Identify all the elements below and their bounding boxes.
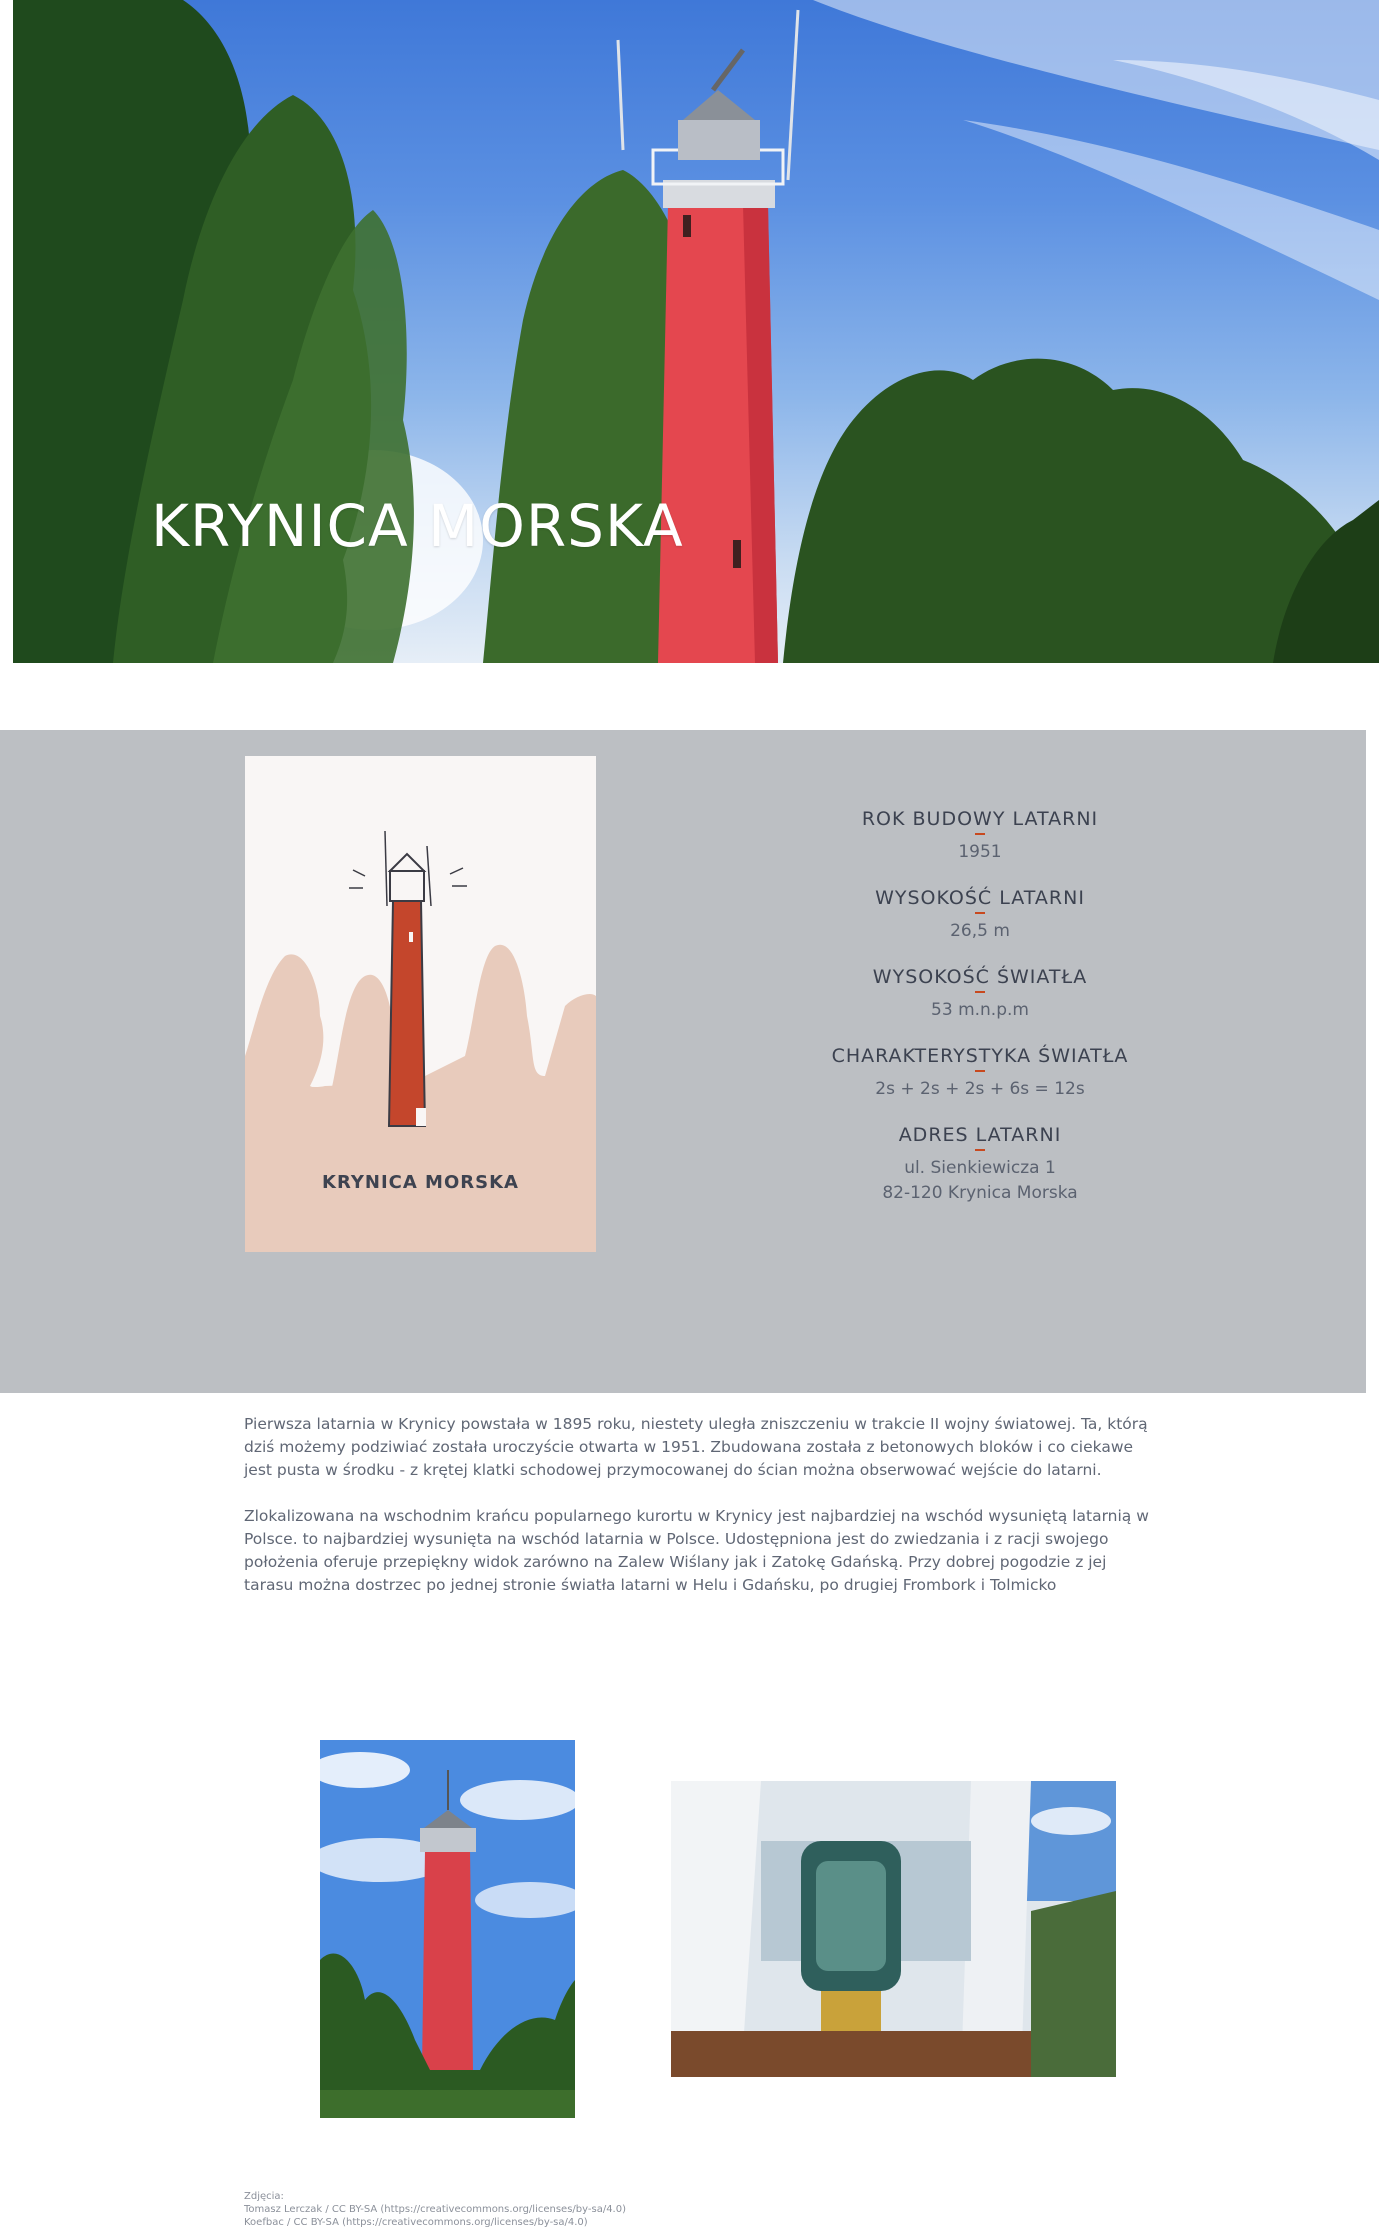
lantern-photo-image [671,1781,1116,2077]
credit-line: Tomasz Lerczak / CC BY-SA (https://creat… [244,2204,627,2215]
description-paragraph: Pierwsza latarnia w Krynicy powstała w 1… [244,1415,1148,1479]
description-paragraph: Zlokalizowana na wschodnim krańcu popula… [244,1507,1149,1594]
hero-title: KRYNICA MORSKA [151,492,684,560]
fact-value: 53 m.n.p.m [931,1000,1029,1020]
lighthouse-illustration-card: KRYNICA MORSKA [245,756,596,1252]
photo-credits: Zdjęcia: Tomasz Lerczak / CC BY-SA (http… [244,2190,626,2229]
fact-light-characteristic: CHARAKTERYSTYKA ŚWIATŁA 2s + 2s + 2s + 6… [820,1045,1140,1102]
accent-rule [975,833,985,835]
fact-label: ADRES LATARNI [898,1124,1062,1146]
fact-label: ROK BUDOWY LATARNI [861,808,1099,830]
lighthouse-exterior-photo [320,1740,575,2118]
accent-rule [975,912,985,914]
hero-banner: KRYNICA MORSKA [13,0,1379,663]
fact-light-height: WYSOKOŚĆ ŚWIATŁA 53 m.n.p.m [820,966,1140,1023]
accent-rule [975,991,985,993]
accent-rule [975,1149,985,1151]
fact-label: WYSOKOŚĆ ŚWIATŁA [872,966,1088,988]
fact-value: 1951 [958,842,1002,862]
lantern-room-photo [671,1781,1116,2077]
credit-line: Koefbac / CC BY-SA (https://creativecomm… [244,2217,588,2228]
credits-heading: Zdjęcia: [244,2191,284,2202]
accent-rule [975,1070,985,1072]
hero-lighthouse-photo [13,0,1379,663]
lighthouse-facts: ROK BUDOWY LATARNI 1951 WYSOKOŚĆ LATARNI… [820,808,1140,1228]
fact-value: ul. Sienkiewicza 1 82-120 Krynica Morska [882,1158,1078,1203]
fact-value: 26,5 m [950,921,1010,941]
fact-tower-height: WYSOKOŚĆ LATARNI 26,5 m [820,887,1140,944]
description: Pierwsza latarnia w Krynicy powstała w 1… [244,1413,1149,1620]
info-band [0,730,1366,1393]
card-title: KRYNICA MORSKA [322,1172,519,1193]
exterior-photo-image [320,1740,575,2118]
fact-label: CHARAKTERYSTYKA ŚWIATŁA [831,1045,1129,1067]
fact-year: ROK BUDOWY LATARNI 1951 [820,808,1140,865]
fact-label: WYSOKOŚĆ LATARNI [875,887,1085,909]
fact-value: 2s + 2s + 2s + 6s = 12s [875,1079,1085,1099]
fact-address: ADRES LATARNI ul. Sienkiewicza 1 82-120 … [820,1124,1140,1206]
